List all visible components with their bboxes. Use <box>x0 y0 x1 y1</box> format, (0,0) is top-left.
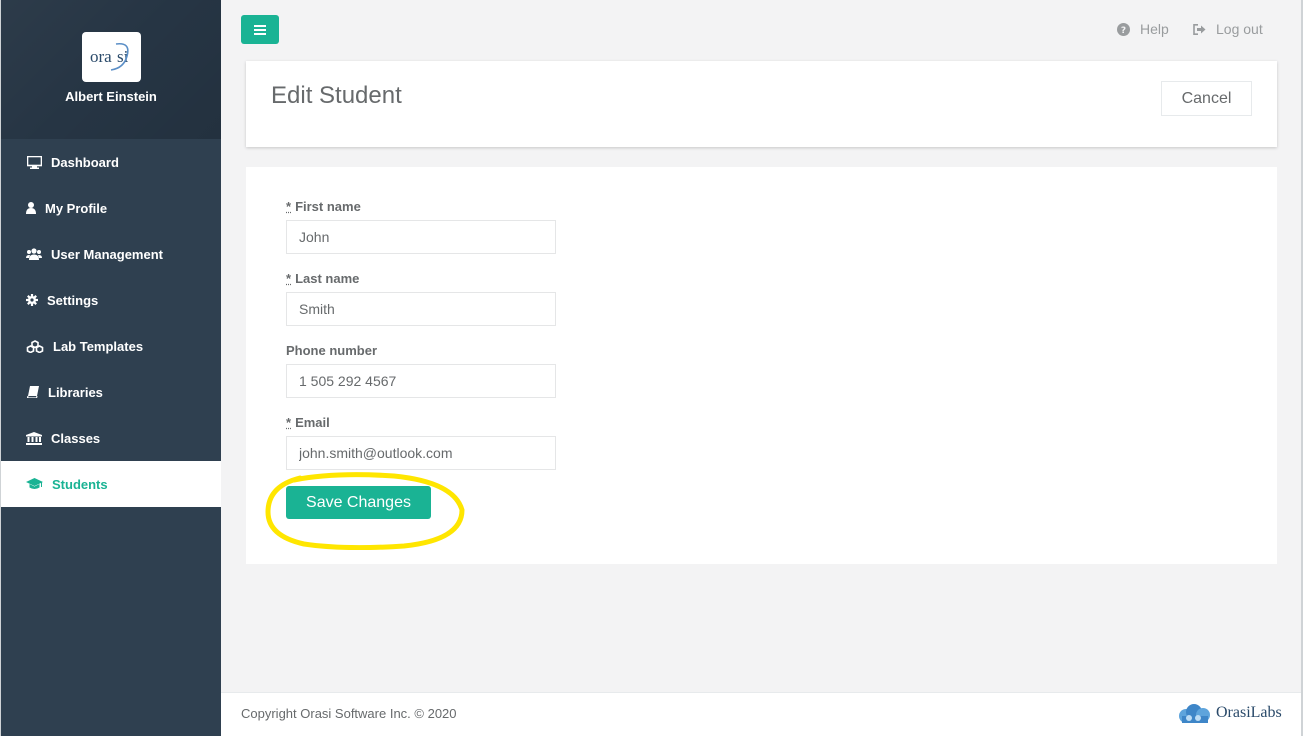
last-name-label-text: Last name <box>295 271 360 286</box>
sidebar-item-my-profile[interactable]: My Profile <box>1 185 221 231</box>
logout-label: Log out <box>1216 21 1263 37</box>
question-circle-icon: ? <box>1117 22 1130 36</box>
first-name-label: * First name <box>286 199 361 214</box>
sidebar: ora si Albert Einstein Dashboard My Prof… <box>0 0 221 736</box>
graduation-cap-icon <box>25 477 44 491</box>
profile-header: ora si Albert Einstein <box>1 0 221 139</box>
svg-text:ora: ora <box>90 47 112 66</box>
sidebar-item-label: Libraries <box>48 384 103 400</box>
page-header: Edit Student Cancel <box>246 61 1277 147</box>
sidebar-item-user-management[interactable]: User Management <box>1 231 221 277</box>
required-marker: * <box>286 271 292 286</box>
institution-icon <box>25 431 43 445</box>
desktop-icon <box>25 155 43 169</box>
user-icon <box>25 201 37 215</box>
page-title: Edit Student <box>271 82 402 109</box>
cloud-icon <box>1179 704 1210 723</box>
copyright-text: Copyright Orasi Software Inc. © 2020 <box>241 706 457 721</box>
sidebar-item-label: User Management <box>51 246 163 262</box>
email-label-text: Email <box>295 415 330 430</box>
footer: Copyright Orasi Software Inc. © 2020 Ora… <box>221 692 1303 736</box>
logout-link[interactable]: Log out <box>1193 21 1263 37</box>
help-label: Help <box>1140 21 1169 37</box>
gear-icon <box>25 293 39 307</box>
profile-name: Albert Einstein <box>65 89 157 104</box>
first-name-label-text: First name <box>295 199 361 214</box>
sidebar-nav: Dashboard My Profile User Management Set… <box>1 139 221 507</box>
book-icon <box>25 385 40 399</box>
first-name-input[interactable] <box>286 220 556 254</box>
orasi-logo: ora si <box>82 32 141 82</box>
top-navbar: ? Help Log out <box>221 0 1303 60</box>
sidebar-item-label: Students <box>52 476 108 492</box>
sidebar-item-label: Classes <box>51 430 101 446</box>
required-marker: * <box>286 199 292 214</box>
sidebar-item-label: My Profile <box>45 200 108 216</box>
required-marker: * <box>286 415 292 430</box>
sidebar-item-classes[interactable]: Classes <box>1 415 221 461</box>
sidebar-item-students[interactable]: Students <box>1 461 221 507</box>
edit-student-form: *First name *Last name Phone number *Ema… <box>246 167 1277 564</box>
last-name-input[interactable] <box>286 292 556 326</box>
cancel-button[interactable]: Cancel <box>1161 81 1252 116</box>
sidebar-item-libraries[interactable]: Libraries <box>1 369 221 415</box>
sidebar-item-label: Dashboard <box>51 154 119 170</box>
email-input[interactable] <box>286 436 556 470</box>
sidebar-item-label: Settings <box>47 292 99 308</box>
sidebar-item-dashboard[interactable]: Dashboard <box>1 139 221 185</box>
orasilabs-logo: OrasiLabs <box>1176 703 1282 723</box>
sidebar-item-lab-templates[interactable]: Lab Templates <box>1 323 221 369</box>
sign-out-icon <box>1193 23 1206 35</box>
users-icon <box>25 247 43 261</box>
last-name-label: * Last name <box>286 271 359 286</box>
phone-number-input[interactable] <box>286 364 556 398</box>
footer-brand: OrasiLabs <box>1216 704 1282 721</box>
email-label: * Email <box>286 415 330 430</box>
menu-toggle-button[interactable] <box>241 15 279 44</box>
hamburger-icon <box>254 24 266 35</box>
sidebar-item-label: Lab Templates <box>53 338 144 354</box>
svg-text:?: ? <box>1121 26 1126 36</box>
save-changes-button[interactable]: Save Changes <box>286 486 431 519</box>
help-link[interactable]: ? Help <box>1117 21 1169 37</box>
phone-number-label: Phone number <box>286 343 378 358</box>
cubes-icon <box>25 339 45 353</box>
sidebar-item-settings[interactable]: Settings <box>1 277 221 323</box>
